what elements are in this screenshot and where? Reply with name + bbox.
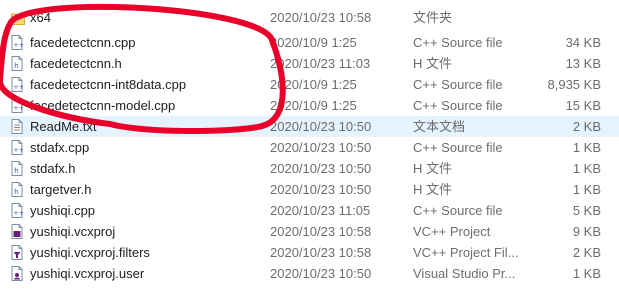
file-name: yushiqi.vcxproj.user	[30, 266, 145, 281]
svg-text:++: ++	[13, 104, 23, 112]
svg-text:h: h	[14, 167, 18, 175]
file-size: 8,935 KB	[547, 77, 602, 92]
file-row[interactable]: ++ facedetectcnn.cpp 2020/10/9 1:25 C++ Sou…	[0, 32, 619, 53]
file-type: C++ Source file	[413, 77, 503, 92]
svg-text:h: h	[14, 62, 18, 70]
file-type: 文本文档	[413, 119, 466, 134]
file-size: 2 KB	[572, 119, 601, 134]
vcxproj-file-icon	[11, 224, 23, 239]
file-row[interactable]: yushiqi.vcxproj.user 2020/10/23 10:50 Visu…	[0, 263, 619, 284]
h-file-icon: h	[11, 182, 23, 197]
h-file-icon: h	[11, 161, 23, 176]
file-name: stdafx.h	[30, 161, 76, 176]
cpp-file-icon: ++	[11, 35, 24, 50]
cpp-file-icon: ++	[11, 140, 24, 155]
file-name: yushiqi.cpp	[30, 203, 96, 218]
cpp-file-icon: ++	[11, 98, 24, 113]
file-type: H 文件	[413, 182, 453, 197]
file-row[interactable]: ++ yushiqi.cpp 2020/10/23 11:05 C++ Source …	[0, 200, 619, 221]
cpp-file-icon: ++	[11, 77, 24, 92]
file-name: facedetectcnn.h	[30, 56, 122, 71]
file-type: C++ Source file	[413, 35, 503, 50]
file-name: facedetectcnn-model.cpp	[30, 98, 176, 113]
modified-date: 2020/10/23 10:58	[270, 245, 372, 260]
file-size: 13 KB	[565, 56, 601, 71]
file-size: 34 KB	[565, 35, 601, 50]
file-type: 文件夹	[413, 10, 453, 25]
file-name: x64	[30, 10, 51, 25]
file-type: C++ Source file	[413, 140, 503, 155]
file-size: 1 KB	[572, 161, 601, 176]
modified-date: 2020/10/23 10:50	[270, 266, 372, 281]
file-type: C++ Source file	[413, 203, 503, 218]
modified-date: 2020/10/23 10:58	[270, 10, 372, 25]
file-name: targetver.h	[30, 182, 92, 197]
modified-date: 2020/10/23 10:50	[270, 140, 372, 155]
user-file-icon	[11, 266, 23, 281]
file-name: facedetectcnn-int8data.cpp	[30, 77, 187, 92]
svg-text:++: ++	[13, 146, 23, 154]
file-type: VC++ Project	[413, 224, 491, 239]
modified-date: 2020/10/9 1:25	[270, 98, 357, 113]
file-row[interactable]: ++ stdafx.cpp 2020/10/23 10:50 C++ Source f…	[0, 137, 619, 158]
file-size: 1 KB	[572, 182, 601, 197]
modified-date: 2020/10/23 11:03	[270, 56, 371, 71]
file-row[interactable]: ReadMe.txt 2020/10/23 10:50 文本文档 2 KB	[0, 116, 619, 137]
svg-text:h: h	[14, 188, 18, 196]
h-file-icon: h	[11, 56, 23, 71]
modified-date: 2020/10/23 10:50	[270, 182, 372, 197]
file-type: H 文件	[413, 161, 453, 176]
modified-date: 2020/10/9 1:25	[270, 77, 357, 92]
file-size: 1 KB	[572, 140, 601, 155]
modified-date: 2020/10/23 11:05	[270, 203, 371, 218]
file-row[interactable]: yushiqi.vcxproj.filters 2020/10/23 10:58 V…	[0, 242, 619, 263]
file-row[interactable]: yushiqi.vcxproj 2020/10/23 10:58 VC++ Proj…	[0, 221, 619, 242]
svg-text:++: ++	[13, 83, 23, 91]
file-size: 1 KB	[572, 266, 601, 281]
file-type: VC++ Project Fil...	[413, 245, 519, 260]
file-name: stdafx.cpp	[30, 140, 90, 155]
file-row[interactable]: h stdafx.h 2020/10/23 10:50 H 文件 1 KB	[0, 158, 619, 179]
folder-icon	[11, 10, 25, 25]
file-size: 5 KB	[572, 203, 601, 218]
file-name: yushiqi.vcxproj	[30, 224, 116, 239]
file-row[interactable]: h facedetectcnn.h 2020/10/23 11:03 H 文件 13 K…	[0, 53, 619, 74]
file-row[interactable]: x64 2020/10/23 10:58 文件夹	[0, 7, 619, 28]
cpp-file-icon: ++	[11, 203, 24, 218]
file-size: 15 KB	[565, 98, 601, 113]
file-row[interactable]: ++ facedetectcnn-int8data.cpp 2020/10/9 1:…	[0, 74, 619, 95]
file-type: C++ Source file	[413, 98, 503, 113]
file-name: ReadMe.txt	[30, 119, 97, 134]
file-name: facedetectcnn.cpp	[30, 35, 136, 50]
modified-date: 2020/10/23 10:50	[270, 161, 372, 176]
file-row[interactable]: ++ facedetectcnn-model.cpp 2020/10/9 1:25 C…	[0, 95, 619, 116]
modified-date: 2020/10/23 10:58	[270, 224, 372, 239]
svg-text:++: ++	[13, 209, 23, 217]
file-size: 2 KB	[572, 245, 601, 260]
file-row[interactable]: h targetver.h 2020/10/23 10:50 H 文件 1 KB	[0, 179, 619, 200]
modified-date: 2020/10/23 10:50	[270, 119, 372, 134]
text-file-icon	[11, 119, 23, 134]
filters-file-icon	[11, 245, 23, 260]
file-type: H 文件	[413, 56, 453, 71]
modified-date: 2020/10/9 1:25	[270, 35, 357, 50]
svg-text:++: ++	[13, 41, 23, 49]
file-name: yushiqi.vcxproj.filters	[30, 245, 150, 260]
file-size: 9 KB	[572, 224, 601, 239]
file-type: Visual Studio Pr...	[413, 266, 516, 281]
